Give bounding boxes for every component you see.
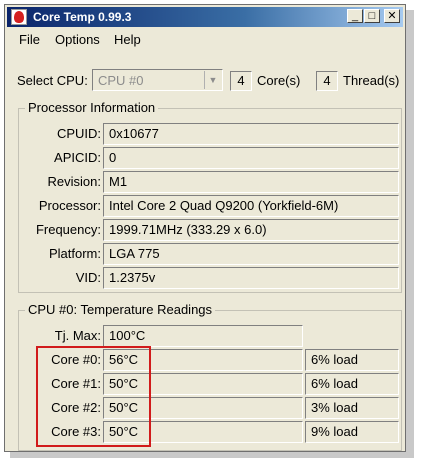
flame-icon <box>14 11 24 23</box>
revision-label: Revision: <box>47 174 101 189</box>
select-cpu-label: Select CPU: <box>17 73 88 88</box>
title-bar[interactable]: Core Temp 0.99.3 _ □ ✕ <box>7 7 403 27</box>
maximize-button[interactable]: □ <box>364 9 380 23</box>
processor-label: Processor: <box>38 198 101 213</box>
menu-bar: File Options Help <box>7 30 403 50</box>
cpu-select-value: CPU #0 <box>98 73 144 88</box>
core0-label: Core #0: <box>51 352 101 367</box>
cpuid-label: CPUID: <box>56 126 101 141</box>
cpu-select-dropdown[interactable]: CPU #0 ▼ <box>92 69 223 91</box>
core0-load: 6% load <box>305 349 399 371</box>
core2-temp: 50°C <box>103 397 303 419</box>
core1-load: 6% load <box>305 373 399 395</box>
revision-value: M1 <box>103 171 399 193</box>
core3-temp: 50°C <box>103 421 303 443</box>
threads-count: 4 <box>316 71 338 91</box>
tjmax-value: 100°C <box>103 325 303 347</box>
screenshot-page: Core Temp 0.99.3 _ □ ✕ File Options Help… <box>0 0 421 463</box>
vid-label: VID: <box>75 270 101 285</box>
frequency-label: Frequency: <box>35 222 101 237</box>
chevron-down-icon[interactable]: ▼ <box>204 71 221 89</box>
apicid-label: APICID: <box>54 150 101 165</box>
apicid-value: 0 <box>103 147 399 169</box>
cpuid-value: 0x10677 <box>103 123 399 145</box>
minimize-button[interactable]: _ <box>347 9 363 23</box>
vid-value: 1.2375v <box>103 267 399 289</box>
temperature-title: CPU #0: Temperature Readings <box>25 302 216 317</box>
core2-load: 3% load <box>305 397 399 419</box>
menu-options[interactable]: Options <box>55 32 100 47</box>
app-flame-icon[interactable] <box>11 9 27 25</box>
platform-value: LGA 775 <box>103 243 399 265</box>
core3-load: 9% load <box>305 421 399 443</box>
threads-label: Thread(s) <box>343 73 400 88</box>
window-title: Core Temp 0.99.3 <box>33 10 132 24</box>
cores-label: Core(s) <box>257 73 301 88</box>
frequency-value: 1999.71MHz (333.29 x 6.0) <box>103 219 399 241</box>
core1-temp: 50°C <box>103 373 303 395</box>
processor-info-title: Processor Information <box>25 100 159 115</box>
cores-count: 4 <box>230 71 252 91</box>
processor-value: Intel Core 2 Quad Q9200 (Yorkfield-6M) <box>103 195 399 217</box>
close-button[interactable]: ✕ <box>384 9 400 23</box>
menu-help[interactable]: Help <box>114 32 141 47</box>
platform-label: Platform: <box>48 246 101 261</box>
tjmax-label: Tj. Max: <box>54 328 101 343</box>
core1-label: Core #1: <box>51 376 101 391</box>
menu-file[interactable]: File <box>19 32 40 47</box>
core-temp-window: Core Temp 0.99.3 _ □ ✕ File Options Help… <box>4 4 406 452</box>
core3-label: Core #3: <box>51 424 101 439</box>
core0-temp: 56°C <box>103 349 303 371</box>
core2-label: Core #2: <box>51 400 101 415</box>
